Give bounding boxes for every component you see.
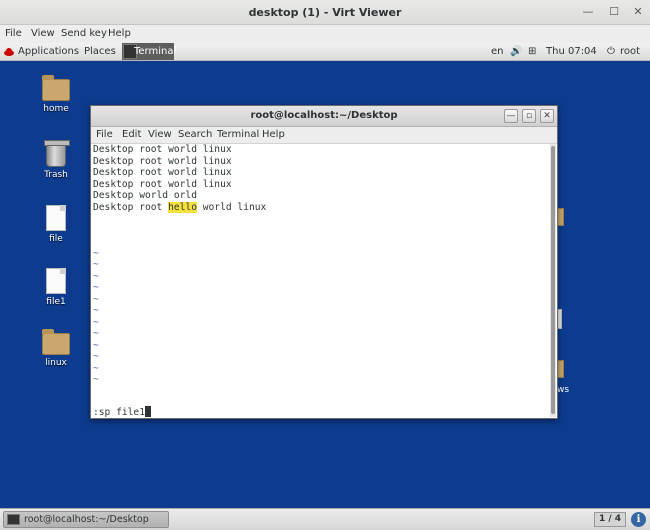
desktop-icon-label: linux (45, 358, 67, 368)
viewer-menubar: File View Send key Help (0, 25, 650, 43)
text-cursor (144, 406, 151, 417)
minimize-icon[interactable]: — (580, 4, 596, 20)
empty-line-marker: ~ (93, 282, 99, 293)
buffer-line: Desktop world orld (93, 190, 197, 201)
terminal-app-menu[interactable]: Terminal (134, 46, 176, 57)
empty-line-marker: ~ (93, 259, 99, 270)
desktop-icon-trash[interactable]: Trash (31, 140, 81, 180)
buffer-line: Desktop root world linux (93, 178, 232, 190)
terminal-menubar: File Edit View Search Terminal Help (91, 127, 557, 144)
clock[interactable]: Thu 07:04 (546, 46, 597, 57)
applications-menu[interactable]: Applications (18, 46, 79, 57)
terminal-title: root@localhost:~/Desktop (250, 110, 398, 121)
desktop-icon-home[interactable]: home (31, 75, 81, 114)
desktop-icon-label: home (43, 104, 69, 114)
text-file-icon (46, 268, 66, 294)
places-menu[interactable]: Places (84, 46, 116, 57)
line-suffix: world linux (196, 201, 267, 213)
desktop-icon-linux[interactable]: linux (31, 329, 81, 368)
empty-line-marker: ~ (93, 339, 99, 351)
terminal-menu-terminal[interactable]: Terminal (217, 129, 259, 140)
text-file-icon (46, 205, 66, 231)
empty-line-marker: ~ (93, 351, 99, 362)
network-icon[interactable]: ⊞ (528, 46, 536, 57)
search-match: hello (168, 201, 197, 213)
home-folder-icon (42, 75, 70, 101)
desktop-icon-file[interactable]: file (31, 205, 81, 244)
close-icon[interactable]: ✕ (630, 4, 646, 20)
hidden-folder-icon[interactable] (557, 360, 564, 378)
buffer-line: Desktop root world linux (93, 167, 232, 178)
empty-line-marker: ~ (93, 374, 99, 385)
vim-command-line[interactable]: :sp file1 (93, 406, 151, 419)
taskbar-window-label: root@localhost:~/Desktop (24, 514, 149, 525)
terminal-menu-file[interactable]: File (96, 129, 113, 140)
terminal-scrollbar[interactable] (550, 144, 556, 417)
vim-command: :sp file1 (93, 407, 145, 418)
volume-icon[interactable]: 🔊 (510, 46, 522, 57)
hidden-icon-label: ws (557, 385, 570, 395)
empty-line-marker: ~ (93, 305, 99, 316)
buffer-line-highlighted: Desktop root hello world linux (93, 201, 551, 214)
viewer-menu-send-key[interactable]: Send key (61, 28, 107, 39)
scrollbar-thumb[interactable] (551, 146, 555, 414)
terminal-menu-search[interactable]: Search (178, 129, 212, 140)
empty-line-marker: ~ (93, 293, 99, 305)
terminal-menu-help[interactable]: Help (262, 129, 285, 140)
viewer-titlebar: desktop (1) - Virt Viewer — ☐ ✕ (0, 0, 650, 25)
terminal-window[interactable]: root@localhost:~/Desktop — ▫ ✕ File Edit… (90, 105, 558, 419)
terminal-menu-view[interactable]: View (148, 129, 172, 140)
hidden-folder-icon[interactable] (557, 208, 564, 226)
user-menu[interactable]: root (620, 46, 640, 57)
folder-icon (42, 329, 70, 355)
close-icon[interactable]: ✕ (540, 109, 554, 123)
viewer-menu-help[interactable]: Help (108, 28, 131, 39)
power-icon[interactable]: ⏻ (607, 46, 615, 57)
empty-line-marker: ~ (93, 247, 99, 259)
viewer-menu-view[interactable]: View (31, 28, 55, 39)
terminal-icon (7, 514, 20, 525)
message-tray-info-icon[interactable]: i (631, 512, 646, 527)
line-prefix: Desktop root (93, 201, 169, 213)
empty-line-marker: ~ (93, 328, 99, 339)
guest-bottom-panel: root@localhost:~/Desktop 1 / 4 i (0, 508, 650, 530)
guest-top-panel: Applications Places Terminal en 🔊 ⊞ Thu … (0, 43, 650, 61)
viewer-title: desktop (1) - Virt Viewer (248, 6, 402, 19)
buffer-line: Desktop root world linux (93, 144, 232, 155)
input-language[interactable]: en (491, 46, 504, 57)
empty-line-marker: ~ (93, 316, 99, 328)
terminal-titlebar[interactable]: root@localhost:~/Desktop — ▫ ✕ (91, 106, 557, 127)
desktop-icon-label: Trash (44, 170, 68, 180)
redhat-icon (4, 48, 14, 56)
taskbar-window-terminal[interactable]: root@localhost:~/Desktop (3, 511, 169, 528)
viewer-menu-file[interactable]: File (5, 28, 22, 39)
workspace-pager[interactable]: 1 / 4 (594, 512, 626, 527)
minimize-icon[interactable]: — (504, 109, 518, 123)
desktop-icon-label: file1 (46, 297, 66, 307)
terminal-text-area[interactable]: Desktop root world linux Desktop root wo… (91, 144, 551, 418)
maximize-icon[interactable]: ☐ (606, 4, 622, 20)
desktop-icon-label: file (49, 234, 63, 244)
buffer-line: Desktop root world linux (93, 155, 232, 167)
empty-line-marker: ~ (93, 362, 99, 374)
maximize-icon[interactable]: ▫ (522, 109, 536, 123)
desktop-icon-file1[interactable]: file1 (31, 268, 81, 307)
empty-line-marker: ~ (93, 270, 99, 282)
trash-icon (44, 140, 70, 167)
terminal-menu-edit[interactable]: Edit (122, 129, 141, 140)
